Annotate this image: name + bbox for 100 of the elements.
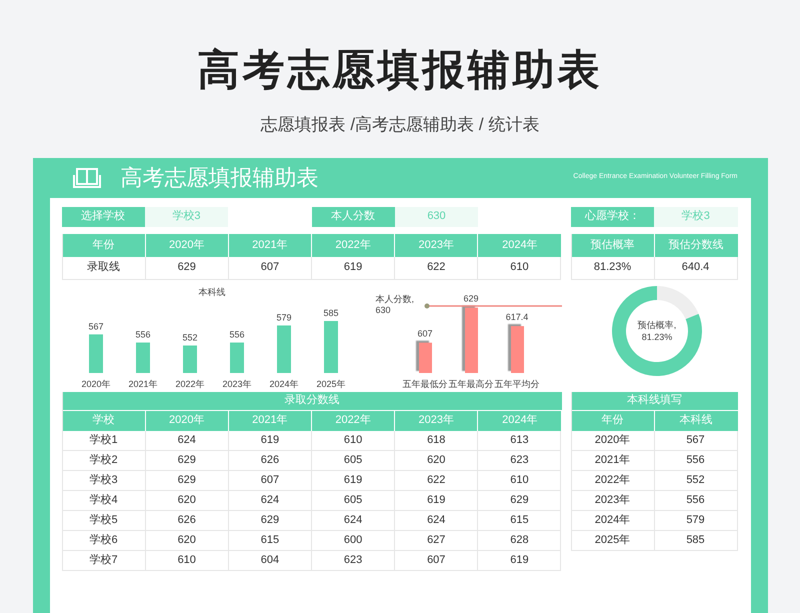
- table-cell: 629: [146, 450, 229, 470]
- table-cell: 607: [228, 256, 312, 280]
- data-label: 556: [134, 329, 150, 340]
- table-cell: 学校2: [62, 450, 146, 470]
- data-label: 579: [276, 312, 292, 322]
- chart-title: 本科线: [198, 286, 225, 296]
- table-cell: 学校6: [62, 530, 146, 550]
- data-label: 617.4: [505, 312, 528, 322]
- field-label: 本人分数: [312, 206, 395, 226]
- sheet-title: 高考志愿填报辅助表: [120, 164, 318, 192]
- column-header: 2022年: [312, 410, 396, 430]
- table-cell: 录取线: [62, 256, 146, 280]
- table-cell: 629: [146, 256, 229, 280]
- table-cell: 552: [654, 470, 738, 490]
- table-cell: 2022年: [572, 470, 654, 490]
- table-cell: 610: [478, 470, 562, 490]
- axis-label: 2025年: [316, 378, 346, 388]
- table-cell: 623: [478, 450, 562, 470]
- table-cell: 学校5: [62, 510, 146, 530]
- column-header: 2024年: [478, 410, 562, 430]
- table-cell: 619: [395, 490, 478, 510]
- column-header: 预估概率: [572, 234, 654, 256]
- table-cell: 629: [228, 510, 312, 530]
- table-cell: 学校7: [62, 550, 146, 570]
- page-subtitle: 志愿填报表 /高考志愿辅助表 / 统计表: [260, 114, 540, 136]
- data-label: 556: [228, 329, 244, 340]
- axis-label: 2024年: [268, 378, 298, 388]
- value-field[interactable]: 630: [394, 206, 478, 226]
- table-cell: 607: [228, 470, 312, 490]
- table-cell: 607: [395, 550, 478, 570]
- reference-label: 本人分数, 630: [376, 294, 416, 316]
- table-cell: 624: [146, 430, 229, 450]
- data-label: 607: [416, 328, 432, 338]
- column-header: 2023年: [395, 410, 478, 430]
- data-label: 567: [88, 320, 104, 331]
- table-title: 录取分数线: [62, 392, 562, 410]
- column-header: 本科线: [654, 410, 738, 430]
- axis-label: 2023年: [222, 378, 252, 388]
- book-icon: [72, 166, 100, 188]
- table-cell: 627: [395, 530, 478, 550]
- axis-label: 2021年: [128, 378, 158, 388]
- table-cell: 624: [228, 490, 312, 510]
- data-label: 552: [182, 332, 198, 342]
- table-cell: 585: [654, 530, 738, 550]
- bar: [182, 345, 196, 372]
- axis-label: 五年最高分: [448, 378, 493, 388]
- line-end-marker: [424, 303, 429, 308]
- axis-label: 2022年: [174, 378, 204, 388]
- table-cell: 619: [312, 470, 396, 490]
- table-cell: 2023年: [572, 490, 654, 510]
- table-cell: 620: [146, 490, 229, 510]
- value-field[interactable]: 学校3: [144, 206, 228, 226]
- column-header: 预估分数线: [654, 234, 738, 256]
- table-cell: 613: [478, 430, 562, 450]
- table-cell: 567: [654, 430, 738, 450]
- column-header: 2021年: [228, 234, 312, 256]
- axis-label: 2020年: [80, 378, 110, 388]
- table-cell: 626: [228, 450, 312, 470]
- table-cell: 622: [395, 256, 478, 280]
- table-cell: 605: [312, 490, 396, 510]
- bar: [276, 324, 290, 372]
- table-cell: 604: [228, 550, 312, 570]
- page-title: 高考志愿填报辅助表: [198, 44, 602, 96]
- table-cell: 2021年: [572, 450, 654, 470]
- table-title: 本科线填写: [572, 392, 738, 410]
- table-cell: 619: [228, 430, 312, 450]
- donut-label: 预估概率,: [637, 320, 676, 330]
- bar: [510, 326, 524, 372]
- axis-label: 五年平均分: [494, 378, 539, 388]
- table-cell: 620: [395, 450, 478, 470]
- table-cell: 610: [478, 256, 562, 280]
- table-cell: 628: [478, 530, 562, 550]
- table-cell: 623: [312, 550, 396, 570]
- table-cell: 学校4: [62, 490, 146, 510]
- table-cell: 640.4: [654, 256, 738, 280]
- table-cell: 学校3: [62, 470, 146, 490]
- table-cell: 624: [312, 510, 396, 530]
- column-header: 2020年: [146, 410, 229, 430]
- table-cell: 619: [312, 256, 396, 280]
- data-label: 585: [322, 308, 338, 318]
- table-cell: 2024年: [572, 510, 654, 530]
- table-cell: 620: [146, 530, 229, 550]
- table-cell: 626: [146, 510, 229, 530]
- bar: [230, 342, 244, 372]
- axis-label: 五年最低分: [402, 378, 447, 388]
- bar: [136, 342, 150, 372]
- table-cell: 2025年: [572, 530, 654, 550]
- table-cell: 618: [395, 430, 478, 450]
- column-header: 2022年: [312, 234, 396, 256]
- field-label: 心愿学校：: [570, 206, 654, 226]
- column-header: 2023年: [395, 234, 478, 256]
- table-cell: 629: [478, 490, 562, 510]
- table-cell: 579: [654, 510, 738, 530]
- column-header: 年份: [572, 410, 654, 430]
- table-cell: 622: [395, 470, 478, 490]
- column-header: 2021年: [228, 410, 312, 430]
- bar: [464, 307, 478, 372]
- value-field[interactable]: 学校3: [654, 206, 738, 226]
- bar: [324, 320, 338, 372]
- table-cell: 610: [312, 430, 396, 450]
